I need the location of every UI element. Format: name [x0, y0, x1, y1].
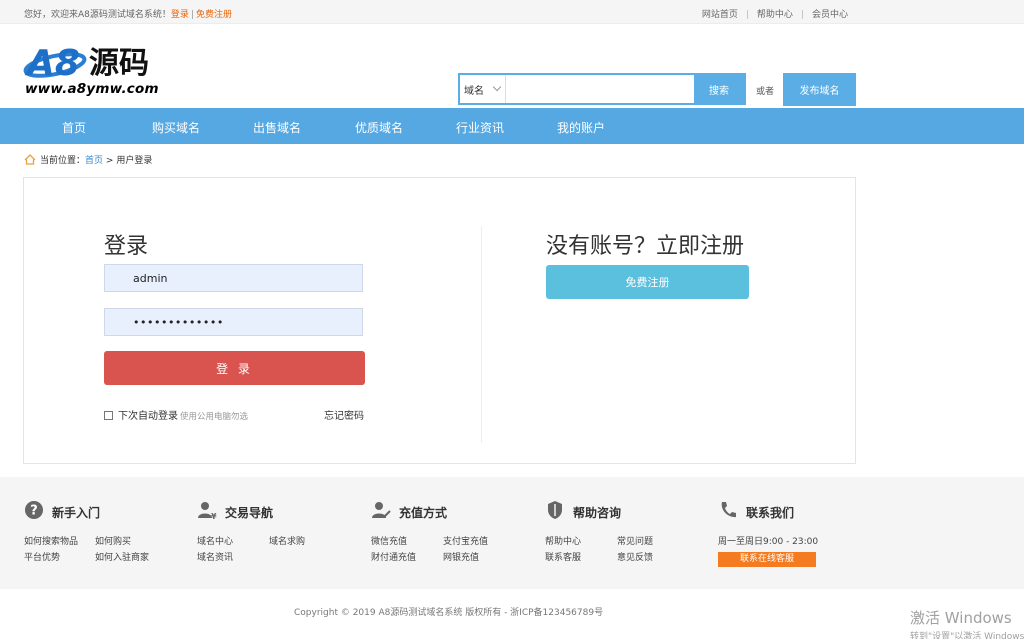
header: A8 源码 www.a8ymw.com 域名 搜索 或者 发布域名	[0, 24, 1024, 108]
search-input[interactable]	[507, 75, 695, 103]
service-hours: 周一至周日9:00 - 23:00	[718, 537, 819, 547]
svg-text:¥: ¥	[211, 512, 217, 520]
site-logo[interactable]: A8 源码 www.a8ymw.com	[23, 38, 173, 108]
login-button[interactable]: 登 录	[104, 351, 365, 385]
footer-link[interactable]: 域名中心	[197, 534, 233, 547]
username-input[interactable]	[104, 264, 363, 292]
copyright: Copyright © 2019 A8源码测试域名系统 版权所有 - 浙ICP备…	[294, 608, 604, 618]
footer-link[interactable]: 财付通充值	[371, 550, 416, 563]
logo-cn: 源码	[89, 46, 149, 81]
user-edit-icon	[372, 502, 391, 518]
question-icon: ?	[25, 501, 43, 519]
login-title: 登录	[104, 234, 149, 259]
svg-text:?: ?	[30, 504, 38, 519]
footer-link[interactable]: 常见问题	[617, 534, 653, 547]
nav-my-account[interactable]: 我的账户	[557, 119, 605, 136]
top-links: 网站首页 | 帮助中心 | 会员中心	[701, 10, 848, 20]
phone-icon	[721, 502, 736, 518]
register-title: 没有账号？立即注册	[546, 234, 745, 259]
or-text: 或者	[756, 87, 775, 97]
footer-col-title: 交易导航	[225, 506, 274, 520]
nav-premium-domain[interactable]: 优质域名	[355, 119, 403, 136]
welcome-text: 您好，欢迎来A8源码测试域名系统！登录 | 免费注册	[24, 10, 232, 20]
chevron-down-icon	[492, 82, 502, 92]
footer-link[interactable]: 如何入驻商家	[95, 550, 149, 563]
search-box: 域名 搜索	[458, 73, 746, 105]
help-center-link[interactable]: 帮助中心	[757, 10, 793, 20]
remember-me: 下次自动登录 使用公用电脑勿选	[104, 407, 248, 422]
footer-link[interactable]: 微信充值	[371, 534, 407, 547]
search-button[interactable]: 搜索	[694, 75, 744, 103]
publish-domain-button[interactable]: 发布域名	[783, 73, 856, 106]
top-register-link[interactable]: 免费注册	[196, 10, 232, 20]
footer-col-title: 新手入门	[52, 506, 101, 520]
footer-link[interactable]: 联系客服	[545, 550, 581, 563]
remember-checkbox[interactable]	[104, 411, 113, 420]
windows-activation-watermark: 激活 Windows 转到"设置"以激活 Windows。	[910, 609, 1024, 639]
panel-divider	[481, 226, 482, 443]
main-nav: 首页 购买域名 出售域名 优质域名 行业资讯 我的账户	[0, 108, 1024, 144]
footer-link[interactable]: 域名求购	[269, 534, 305, 547]
shield-icon	[548, 501, 562, 519]
footer-link[interactable]: 平台优势	[24, 550, 60, 563]
footer-col-title: 帮助咨询	[573, 506, 622, 520]
remember-label[interactable]: 下次自动登录	[118, 411, 178, 422]
member-center-link[interactable]: 会员中心	[812, 10, 848, 20]
login-panel: 登录 登 录 下次自动登录使用公用电脑勿选 忘记密码 没有账号？立即注册 免费注…	[23, 177, 856, 464]
footer: ? 新手入门 如何搜索物品 如何购买 平台优势 如何入驻商家 ¥ 交易导航 域名…	[0, 477, 1024, 589]
footer-link[interactable]: 网银充值	[443, 550, 479, 563]
footer-link[interactable]: 支付宝充值	[443, 534, 488, 547]
logo-a8: A8	[24, 43, 80, 82]
password-input[interactable]	[104, 308, 363, 336]
forgot-password-link[interactable]: 忘记密码	[324, 407, 364, 422]
search-category-select[interactable]: 域名	[460, 75, 506, 103]
top-bar: 您好，欢迎来A8源码测试域名系统！登录 | 免费注册 网站首页 | 帮助中心 | 会员中心	[0, 0, 1024, 24]
footer-link[interactable]: 意见反馈	[617, 550, 653, 563]
site-home-link[interactable]: 网站首页	[702, 10, 738, 20]
breadcrumb: 当前位置：首页 > 用户登录	[24, 153, 152, 166]
free-register-button[interactable]: 免费注册	[546, 265, 749, 299]
breadcrumb-home-link[interactable]: 首页	[85, 156, 103, 166]
footer-col-title: 联系我们	[746, 506, 795, 520]
nav-home[interactable]: 首页	[62, 119, 86, 136]
logo-graphic: A8 源码	[23, 43, 149, 82]
footer-link[interactable]: 域名资讯	[197, 550, 233, 563]
breadcrumb-current: 用户登录	[116, 156, 153, 166]
footer-link[interactable]: 如何购买	[95, 534, 131, 547]
nav-industry-news[interactable]: 行业资讯	[456, 119, 504, 136]
logo-url: www.a8ymw.com	[25, 81, 159, 97]
home-icon	[24, 154, 36, 165]
contact-online-service-button[interactable]: 联系在线客服	[718, 552, 816, 567]
footer-link[interactable]: 如何搜索物品	[24, 534, 78, 547]
user-money-icon: ¥	[198, 502, 217, 520]
nav-sell-domain[interactable]: 出售域名	[253, 119, 301, 136]
footer-link[interactable]: 帮助中心	[545, 534, 581, 547]
remember-hint: 使用公用电脑勿选	[180, 412, 249, 422]
nav-buy-domain[interactable]: 购买域名	[152, 119, 200, 136]
footer-col-title: 充值方式	[399, 506, 448, 520]
top-login-link[interactable]: 登录	[171, 10, 189, 20]
